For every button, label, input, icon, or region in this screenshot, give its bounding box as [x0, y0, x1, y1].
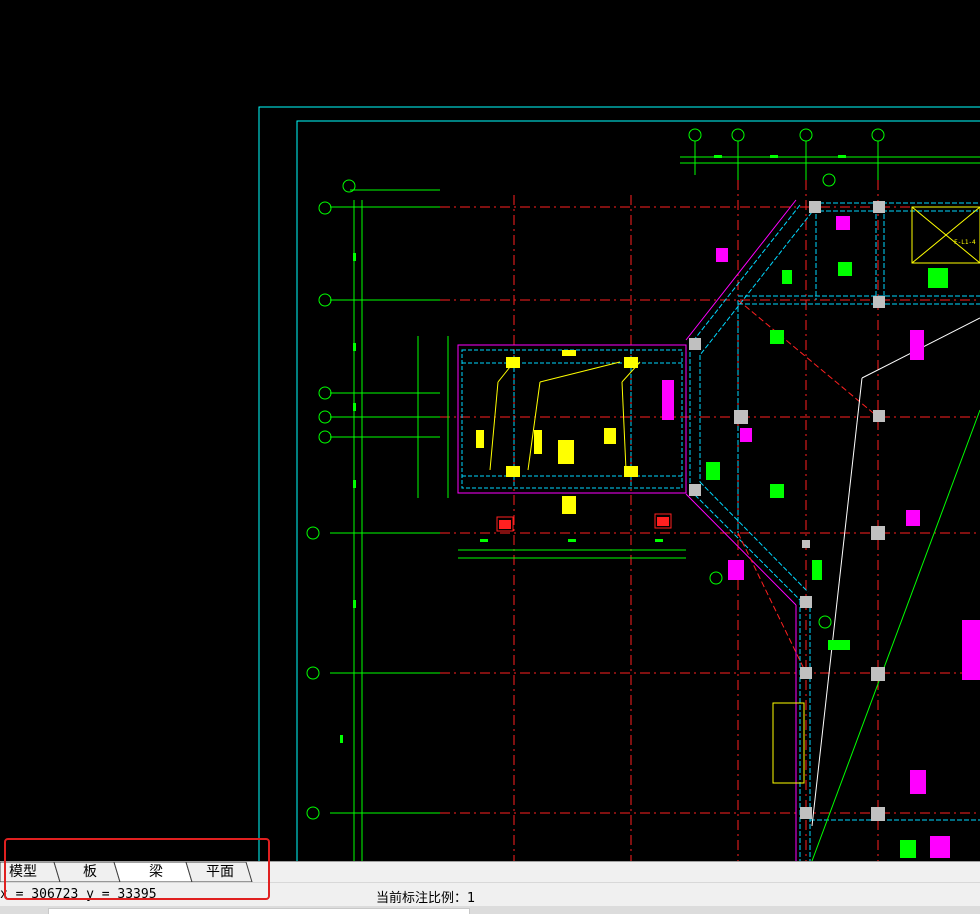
annotations-yellow	[476, 350, 616, 514]
right-structure	[689, 202, 980, 861]
left-axis-leaders	[330, 189, 440, 861]
cad-application: F-L1-4 模型 板 梁 平面 x = 306723 y = 33395 当前…	[0, 0, 980, 914]
cad-drawing[interactable]: F-L1-4	[0, 0, 980, 861]
tab-plan[interactable]: 平面	[200, 862, 240, 882]
drawing-canvas[interactable]: F-L1-4	[0, 0, 980, 861]
tab-model[interactable]: 模型	[6, 862, 40, 882]
tab-slab[interactable]: 板	[78, 862, 102, 882]
command-input[interactable]	[48, 908, 470, 914]
left-structure	[417, 336, 687, 559]
grid-lines-vertical	[513, 180, 879, 861]
outer-frame	[258, 106, 980, 861]
dimension-text	[340, 155, 846, 743]
columns	[689, 201, 885, 821]
top-axis	[680, 128, 980, 629]
left-axis-bubbles	[306, 179, 356, 820]
long-lines	[811, 317, 980, 861]
coordinate-readout: x = 306723 y = 33395	[0, 887, 157, 902]
diagonal-dashes	[737, 299, 879, 674]
layout-tab-bar: 模型 板 梁 平面	[0, 861, 980, 883]
grid-lines-horizontal	[360, 206, 980, 814]
right-structure-outline	[685, 199, 797, 861]
tab-beam[interactable]: 梁	[140, 862, 172, 882]
annotations-red	[499, 517, 669, 529]
command-strip	[0, 906, 980, 914]
status-bar: x = 306723 y = 33395 当前标注比例：1	[0, 882, 980, 907]
annotation-scale-label: 当前标注比例：1	[376, 891, 476, 906]
beam-label: F-L1-4	[954, 239, 976, 246]
